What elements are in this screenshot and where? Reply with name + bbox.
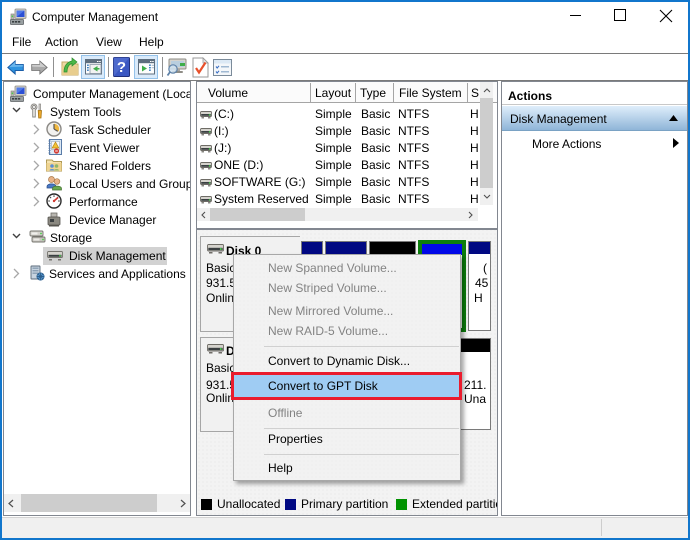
svg-text:?: ? [117,59,126,76]
